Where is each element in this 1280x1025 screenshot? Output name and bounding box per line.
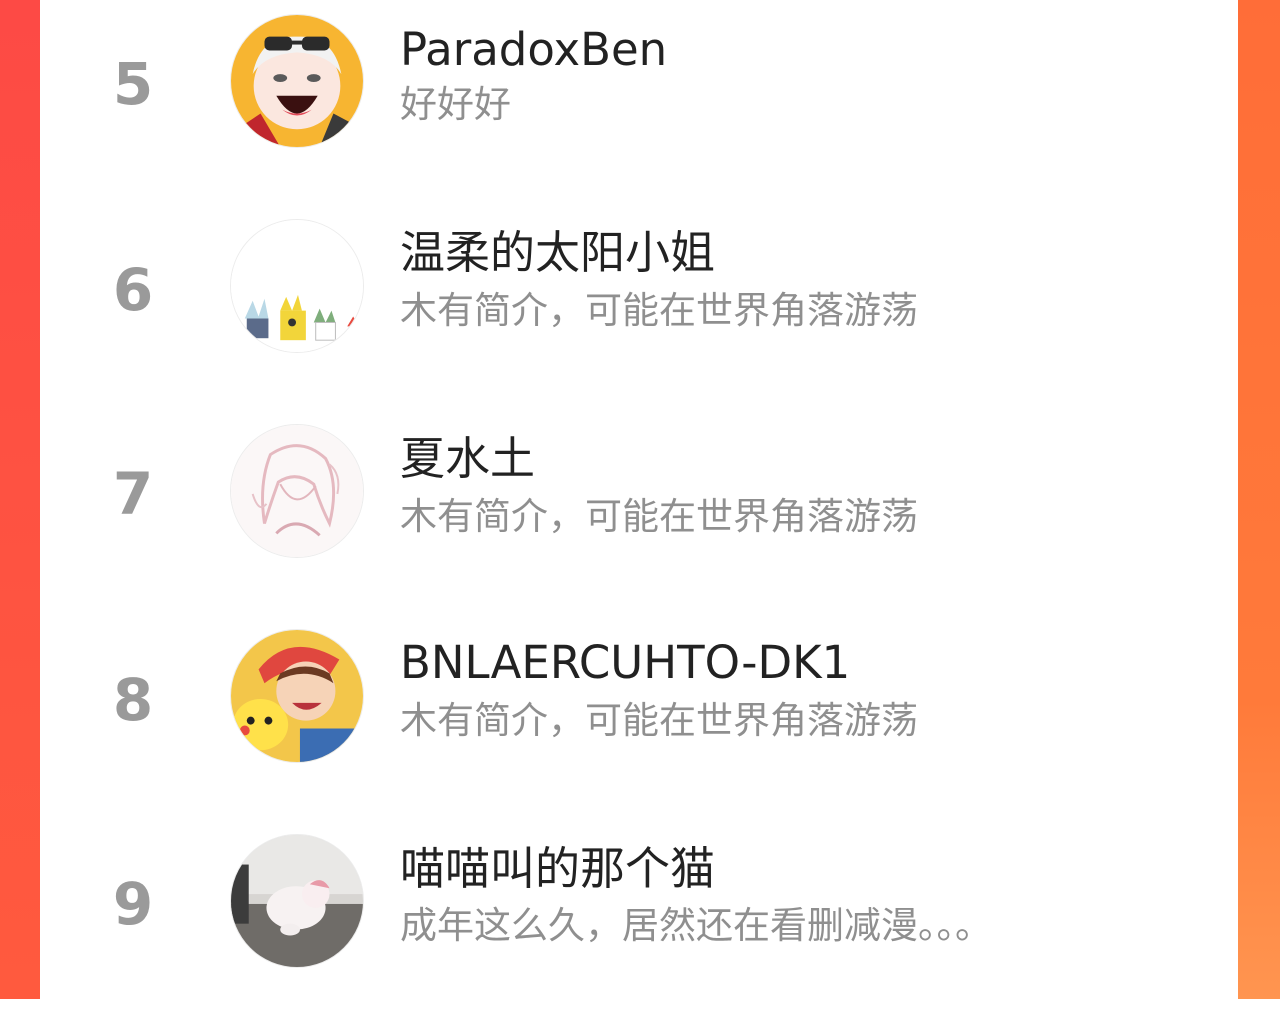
- ranking-row-7[interactable]: 7 夏水土 木有简介，可能在世界角落游荡: [40, 410, 1238, 615]
- rank-number: 6: [112, 256, 154, 324]
- user-bio: 成年这么久，居然还在看删减漫。。。: [400, 904, 992, 947]
- right-gradient-edge: [1238, 0, 1280, 999]
- rank-number: 9: [112, 870, 154, 938]
- ranking-row-8[interactable]: 8 BNLAERCUHTO-DK1 木有简介，可能在世界角落游荡: [40, 615, 1238, 820]
- white-dog-photo-avatar-icon[interactable]: [230, 834, 364, 968]
- rank-number: 5: [112, 50, 154, 118]
- ranking-row-6[interactable]: 6 温柔的太阳小姐 木有简介，可能在世界角落游荡: [40, 205, 1238, 410]
- sketch-anime-girl-avatar-icon[interactable]: [230, 424, 364, 558]
- user-bio: 好好好: [400, 83, 511, 126]
- ranking-list: 5 ParadoxBen 好好好 6 温柔的太阳小姐 木有简介，可能在世界角落游…: [40, 0, 1238, 999]
- user-bio: 木有简介，可能在世界角落游荡: [400, 495, 918, 538]
- rank-number: 8: [112, 666, 154, 734]
- anime-character-sunglasses-avatar-icon[interactable]: [230, 14, 364, 148]
- user-name[interactable]: 夏水土: [400, 436, 535, 481]
- user-name[interactable]: BNLAERCUHTO-DK1: [400, 640, 850, 685]
- ranking-row-5[interactable]: 5 ParadoxBen 好好好: [40, 0, 1238, 205]
- user-name[interactable]: ParadoxBen: [400, 27, 667, 72]
- succulent-plants-avatar-icon[interactable]: [230, 219, 364, 353]
- left-gradient-edge: [0, 0, 40, 999]
- rank-number: 7: [112, 460, 154, 528]
- user-bio: 木有简介，可能在世界角落游荡: [400, 289, 918, 332]
- ranking-row-9[interactable]: 9 喵喵叫的那个猫 成年这么久，居然还在看删减漫。。。: [40, 820, 1238, 1025]
- user-name[interactable]: 喵喵叫的那个猫: [400, 846, 715, 891]
- user-bio: 木有简介，可能在世界角落游荡: [400, 699, 918, 742]
- user-name[interactable]: 温柔的太阳小姐: [400, 230, 715, 275]
- pikachu-trainer-avatar-icon[interactable]: [230, 629, 364, 763]
